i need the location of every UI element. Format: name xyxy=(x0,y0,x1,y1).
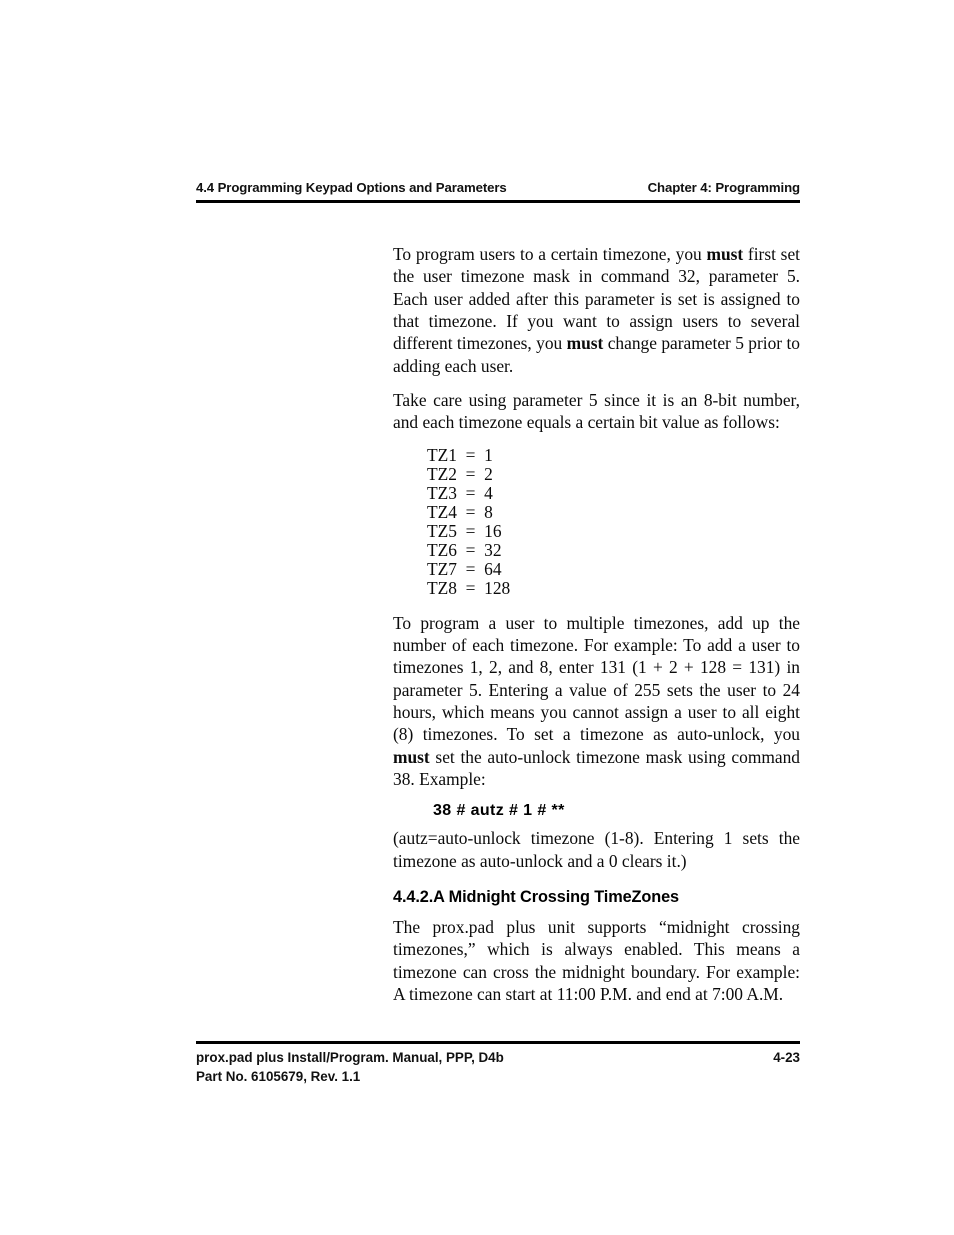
paragraph-1-segment-1: To program users to a certain timezone, … xyxy=(393,244,707,264)
header-chapter-title: Chapter 4: Programming xyxy=(647,180,801,195)
paragraph-autz-definition: (autz=auto-unlock timezone (1-8). Enteri… xyxy=(393,828,800,871)
paragraph-1-bold-must-2: must xyxy=(566,333,604,354)
paragraph-3-segment-2: set the auto-unlock timezone mask using … xyxy=(393,746,800,789)
list-item: TZ3 = 4 xyxy=(427,482,493,503)
paragraph-midnight-crossing: The prox.pad plus unit supports “midnigh… xyxy=(393,916,800,1004)
command-example-autz: 38 # autz # 1 # ** xyxy=(433,802,565,820)
list-item: TZ6 = 32 xyxy=(427,540,502,561)
page-footer: prox.pad plus Install/Program. Manual, P… xyxy=(196,1048,800,1086)
timezone-bit-value-list: TZ1 = 1 TZ2 = 2 TZ3 = 4 TZ4 = 8 TZ5 = 16… xyxy=(393,444,800,599)
body-text-column: To program users to a certain timezone, … xyxy=(393,243,800,1017)
paragraph-3-segment-1: To program a user to multiple timezones,… xyxy=(393,612,800,745)
list-item: TZ5 = 16 xyxy=(427,521,502,542)
footer-page-number: 4-23 xyxy=(773,1050,800,1065)
document-page: 4.4 Programming Keypad Options and Param… xyxy=(0,0,954,1235)
list-item: TZ1 = 1 xyxy=(427,444,493,465)
subsection-heading-midnight-crossing: 4.4.2.A Midnight Crossing TimeZones xyxy=(393,887,679,906)
list-item: TZ7 = 64 xyxy=(427,559,502,580)
footer-part-number: Part No. 6105679, Rev. 1.1 xyxy=(196,1069,361,1084)
list-item: TZ8 = 128 xyxy=(427,578,511,599)
header-section-title: 4.4 Programming Keypad Options and Param… xyxy=(196,180,507,195)
footer-divider-rule xyxy=(196,1041,800,1044)
paragraph-multiple-timezones: To program a user to multiple timezones,… xyxy=(393,612,800,791)
paragraph-8bit-number: Take care using parameter 5 since it is … xyxy=(393,390,800,433)
list-item: TZ4 = 8 xyxy=(427,502,493,523)
paragraph-1-bold-must-1: must xyxy=(706,244,744,264)
paragraph-timezone-mask: To program users to a certain timezone, … xyxy=(393,243,800,377)
running-header: 4.4 Programming Keypad Options and Param… xyxy=(196,180,800,195)
list-item: TZ2 = 2 xyxy=(427,463,493,484)
paragraph-3-bold-must: must xyxy=(393,746,430,767)
footer-manual-title: prox.pad plus Install/Program. Manual, P… xyxy=(196,1050,504,1065)
header-divider-rule xyxy=(196,200,800,203)
footer-document-info: prox.pad plus Install/Program. Manual, P… xyxy=(196,1048,504,1086)
